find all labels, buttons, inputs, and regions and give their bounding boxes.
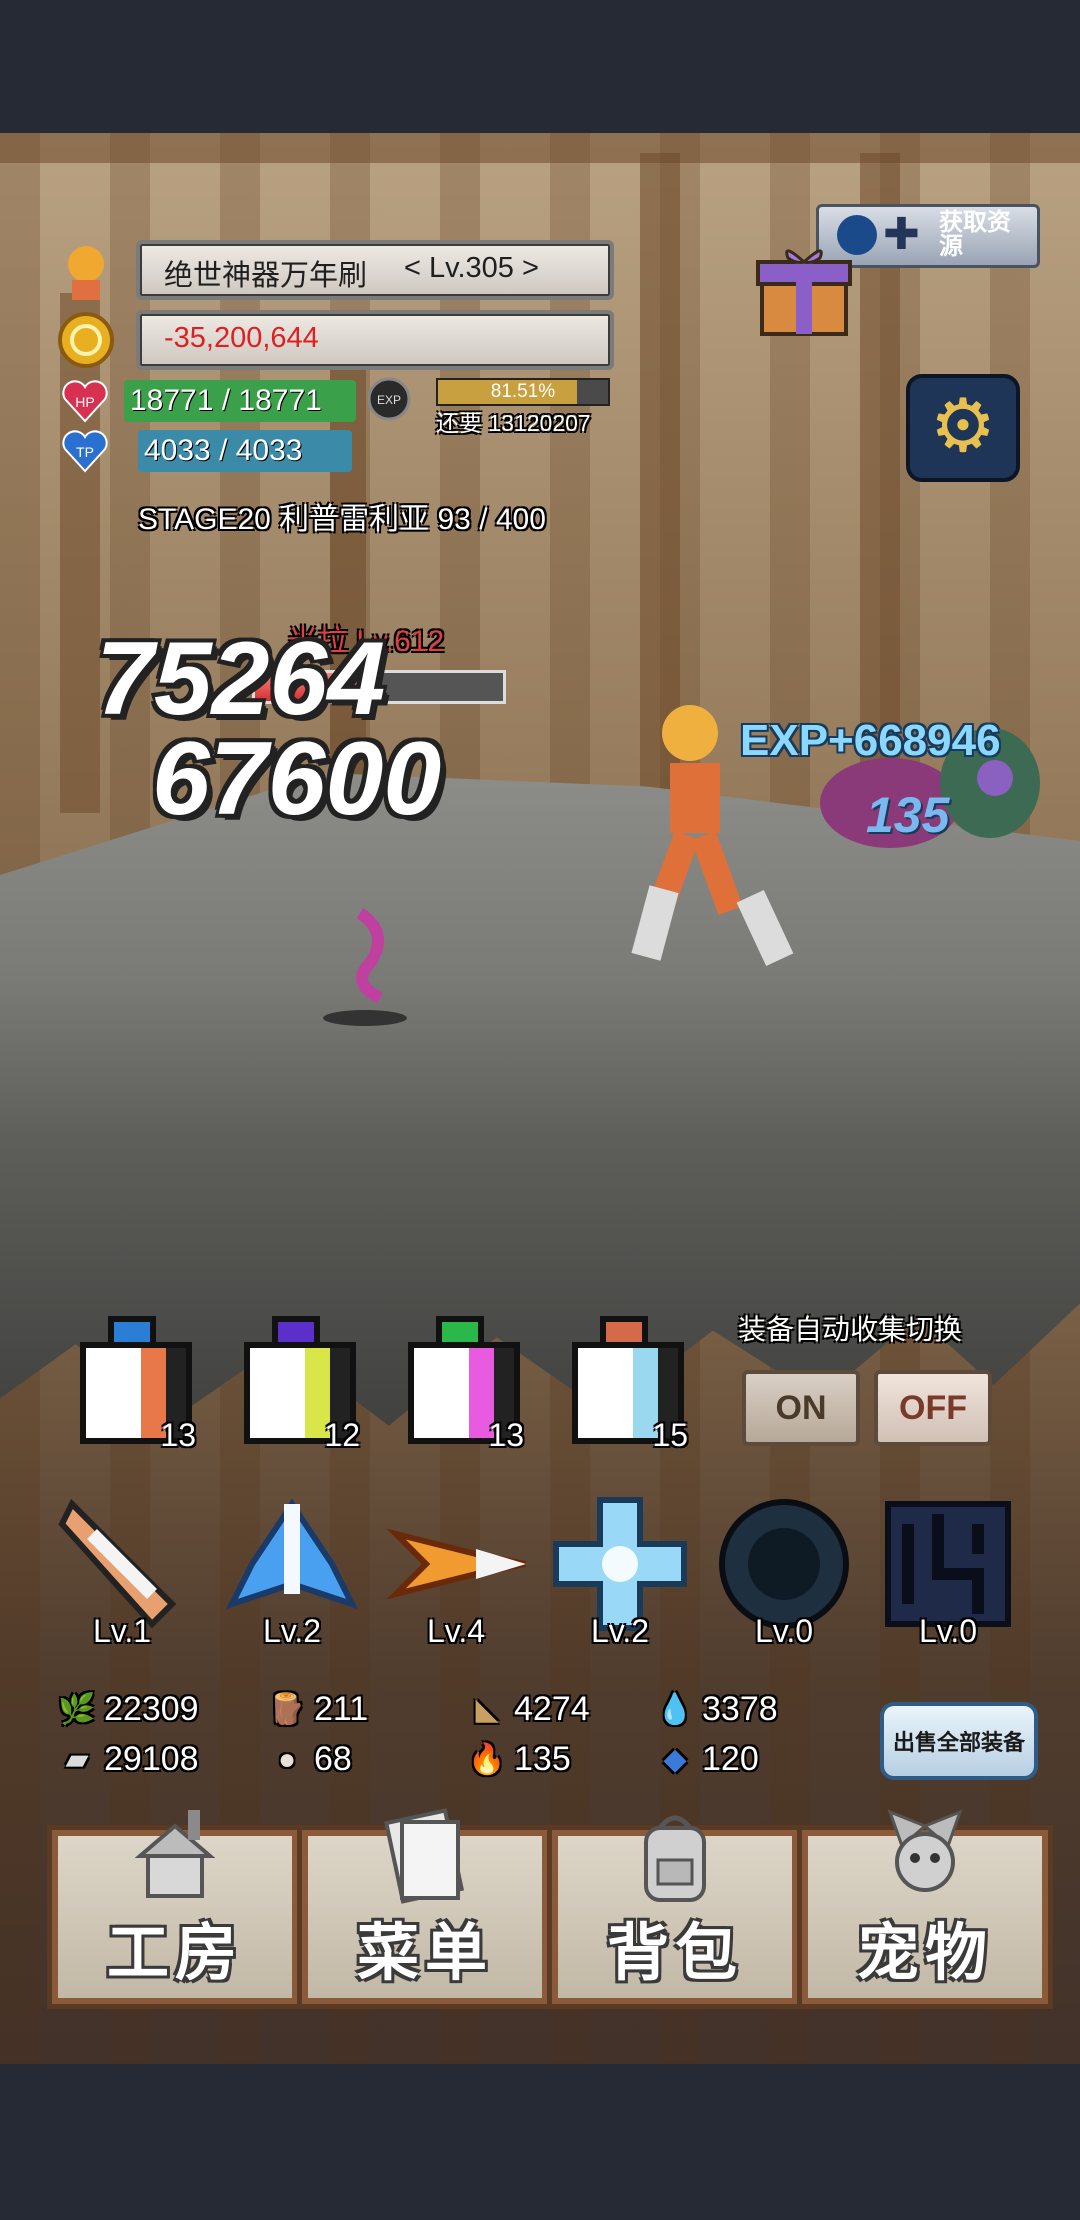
resource-value: 22309 [104, 1690, 199, 1728]
exp-orb-icon: EXP [366, 376, 412, 422]
backpack-icon [644, 1815, 706, 1902]
enemy-damage-number: 135 [866, 787, 950, 843]
resource-value: 4274 [514, 1690, 590, 1728]
resource-plank: ◣ 4274 [468, 1690, 590, 1729]
nav-workshop-button[interactable]: 工房 [52, 1810, 298, 2004]
skill-level: Lv.1 [92, 1613, 152, 1649]
skill-slot-4[interactable]: Lv.2 [550, 1494, 690, 1649]
potion-slot-2[interactable]: 12 [234, 1312, 360, 1453]
settings-gear-icon[interactable]: ⚙ [906, 374, 1020, 482]
auto-collect-off-button[interactable]: OFF [874, 1370, 992, 1446]
gift-box-icon[interactable] [752, 240, 856, 340]
resource-value: 120 [702, 1740, 759, 1778]
nav-label: 宠物 [856, 1919, 993, 1988]
skill-slot-2[interactable]: Lv.2 [222, 1494, 362, 1649]
skill-slot-3[interactable]: Lv.4 [386, 1494, 527, 1649]
wood-icon: 🪵 [268, 1693, 306, 1726]
stone-icon: ● [277, 1742, 297, 1776]
nav-backpack-button[interactable]: 背包 [552, 1815, 798, 2004]
skill-level: Lv.0 [754, 1613, 814, 1649]
skill-slot-1[interactable]: Lv.1 [52, 1494, 192, 1649]
water-drop-icon: 💧 [656, 1693, 694, 1726]
resource-water: 💧 3378 [656, 1690, 778, 1729]
hp-bar: 18771 / 18771 [124, 380, 356, 422]
nav-label: 背包 [606, 1919, 743, 1988]
title-bar: 绝世神器万年刷 < Lv.305 > [136, 240, 614, 300]
gold-amount: -35,200,644 [164, 322, 319, 354]
skill-level: Lv.2 [262, 1613, 322, 1649]
shelf-decor [0, 133, 1080, 163]
potion-count: 15 [652, 1417, 688, 1453]
skill-level: Lv.4 [426, 1613, 486, 1649]
nav-label: 菜单 [356, 1919, 493, 1988]
gold-coin-icon [56, 310, 116, 370]
exp-badge-label: EXP [377, 393, 401, 407]
potion-count: 13 [488, 1417, 524, 1453]
sell-all-equipment-button[interactable]: 出售全部装备 [880, 1702, 1038, 1780]
skill-slot-5[interactable]: Lv.0 [714, 1494, 854, 1649]
resource-value: 68 [314, 1740, 352, 1778]
exp-bar: 81.51% [436, 378, 610, 406]
potion-slot-4[interactable]: 15 [562, 1312, 688, 1453]
avatar[interactable] [56, 240, 116, 304]
system-navigation-bar [0, 2064, 1080, 2220]
exp-gain: EXP+668946 [740, 716, 1001, 765]
potion-count: 13 [160, 1417, 196, 1453]
resource-value: 3378 [702, 1690, 778, 1728]
resource-value: 135 [514, 1740, 571, 1778]
hp-heart-icon: HP [60, 378, 110, 424]
auto-collect-label: 装备自动收集切换 [738, 1314, 963, 1345]
title-text: 绝世神器万年刷 [164, 260, 368, 292]
shelf-decor [60, 293, 100, 813]
skill-level: Lv.2 [590, 1613, 650, 1649]
nav-pet-button[interactable]: 宠物 [802, 1809, 1048, 2004]
potion-slot-3[interactable]: 13 [398, 1312, 524, 1453]
resource-herb: 🌿 22309 [58, 1690, 199, 1729]
gold-bar: -35,200,644 [136, 310, 614, 370]
blue-flame-icon: 🔥 [468, 1743, 506, 1776]
potion-slot-1[interactable]: 13 [70, 1312, 196, 1453]
tp-heart-icon: TP [60, 428, 110, 474]
exp-percent: 81.51% [490, 381, 556, 402]
damage-number: 67600 [152, 721, 442, 837]
resource-iron: ▰ 29108 [58, 1740, 199, 1779]
stage-info: STAGE20 利普雷利亚 93 / 400 [138, 503, 546, 536]
skill-slot-6[interactable]: Lv.0 [878, 1494, 1018, 1649]
resource-flame: 🔥 135 [468, 1740, 571, 1779]
resource-gem: ◆ 120 [656, 1740, 759, 1779]
menu-book-icon [383, 1808, 465, 1904]
hp-badge-label: HP [75, 394, 94, 410]
plus-icon: ✚ [883, 210, 920, 259]
resource-value: 29108 [104, 1740, 199, 1778]
resource-value: 211 [314, 1690, 369, 1728]
pet-dragon-icon [887, 1809, 963, 1892]
auto-collect-on-button[interactable]: ON [742, 1370, 860, 1446]
blue-gem-icon: ◆ [663, 1743, 687, 1776]
iron-ingot-icon: ▰ [65, 1743, 89, 1776]
exp-remaining: 还要 13120207 [436, 410, 591, 436]
player-level: < Lv.305 > [404, 252, 539, 284]
resource-wood: 🪵 211 [268, 1690, 368, 1729]
resource-stone: ● 68 [268, 1740, 352, 1779]
nav-label: 工房 [106, 1919, 243, 1988]
skill-level: Lv.0 [918, 1613, 978, 1649]
gear-glyph: ⚙ [929, 384, 997, 467]
herb-icon: 🌿 [58, 1693, 96, 1726]
nav-menu-button[interactable]: 菜单 [302, 1808, 548, 2004]
plank-icon: ◣ [475, 1693, 499, 1726]
tp-badge-label: TP [76, 444, 94, 460]
workshop-icon [134, 1810, 216, 1898]
potion-count: 12 [324, 1417, 360, 1453]
tp-bar: 4033 / 4033 [138, 430, 352, 472]
system-status-bar [0, 0, 1080, 133]
bonus-label: 获取资源 [939, 209, 1011, 260]
